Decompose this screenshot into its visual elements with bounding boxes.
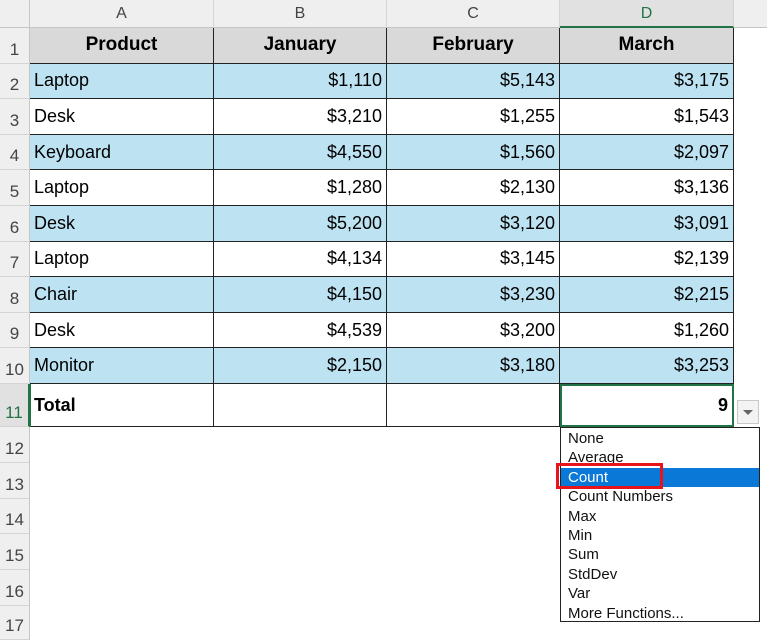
dropdown-option-count-numbers[interactable]: Count Numbers <box>561 487 759 506</box>
table-cell[interactable]: $1,260 <box>560 312 734 349</box>
highlight-annotation-box <box>556 463 663 489</box>
row-header-4[interactable]: 4 <box>0 134 30 171</box>
table-cell[interactable]: Desk <box>30 206 214 242</box>
table-cell[interactable]: $2,130 <box>387 170 560 206</box>
table-cell[interactable]: Laptop <box>30 241 214 278</box>
dropdown-option-max[interactable]: Max <box>561 507 759 526</box>
column-header-b[interactable]: B <box>214 0 387 28</box>
table-cell[interactable]: $2,139 <box>560 241 734 278</box>
total-cell-february[interactable] <box>387 384 560 427</box>
table-cell[interactable]: $1,255 <box>387 99 560 135</box>
table-cell[interactable]: $2,097 <box>560 134 734 171</box>
table-cell[interactable]: $5,143 <box>387 63 560 100</box>
row-header-7[interactable]: 7 <box>0 241 30 278</box>
row-header-10[interactable]: 10 <box>0 348 30 384</box>
header-cell[interactable]: January <box>214 28 387 64</box>
table-cell[interactable]: $4,539 <box>214 312 387 349</box>
table-cell[interactable]: $3,175 <box>560 63 734 100</box>
row-header-2[interactable]: 2 <box>0 63 30 100</box>
table-cell[interactable]: Keyboard <box>30 134 214 171</box>
row-header-15[interactable]: 15 <box>0 534 30 571</box>
row-header-17[interactable]: 17 <box>0 606 30 640</box>
table-cell[interactable]: $3,200 <box>387 312 560 349</box>
row-header-1[interactable]: 1 <box>0 28 30 64</box>
total-row-dropdown-button[interactable] <box>737 400 759 424</box>
row-header-3[interactable]: 3 <box>0 99 30 135</box>
table-cell[interactable]: Monitor <box>30 348 214 384</box>
table-cell[interactable]: $5,200 <box>214 206 387 242</box>
table-cell[interactable]: Chair <box>30 277 214 313</box>
table-cell[interactable]: $3,120 <box>387 206 560 242</box>
dropdown-option-more-functions[interactable]: More Functions... <box>561 604 759 623</box>
table-cell[interactable]: $3,180 <box>387 348 560 384</box>
table-cell[interactable]: $4,550 <box>214 134 387 171</box>
table-cell[interactable]: $4,134 <box>214 241 387 278</box>
header-cell[interactable]: March <box>560 28 734 64</box>
table-cell[interactable]: $3,136 <box>560 170 734 206</box>
row-header-5[interactable]: 5 <box>0 170 30 206</box>
table-cell[interactable]: Desk <box>30 312 214 349</box>
row-header-16[interactable]: 16 <box>0 570 30 606</box>
total-cell-march[interactable]: 9 <box>560 384 734 427</box>
header-cell[interactable]: Product <box>30 28 214 64</box>
row-header-13[interactable]: 13 <box>0 462 30 499</box>
row-header-11[interactable]: 11 <box>0 384 30 427</box>
column-header-d[interactable]: D <box>560 0 734 28</box>
chevron-down-icon <box>743 409 753 415</box>
table-cell[interactable]: Laptop <box>30 170 214 206</box>
dropdown-option-none[interactable]: None <box>561 429 759 448</box>
table-cell[interactable]: $1,110 <box>214 63 387 100</box>
total-label-cell[interactable]: Total <box>30 384 214 427</box>
total-function-dropdown[interactable]: None Average Count Count Numbers Max Min Sum St… <box>560 427 760 622</box>
row-header-12[interactable]: 12 <box>0 427 30 463</box>
table-cell[interactable]: $2,215 <box>560 277 734 313</box>
dropdown-option-stddev[interactable]: StdDev <box>561 565 759 584</box>
column-header-c[interactable]: C <box>387 0 560 28</box>
select-all-corner[interactable] <box>0 0 30 28</box>
table-cell[interactable]: $3,210 <box>214 99 387 135</box>
row-header-9[interactable]: 9 <box>0 312 30 349</box>
dropdown-option-var[interactable]: Var <box>561 584 759 603</box>
table-cell[interactable]: $1,543 <box>560 99 734 135</box>
header-cell[interactable]: February <box>387 28 560 64</box>
table-cell[interactable]: $2,150 <box>214 348 387 384</box>
column-header-a[interactable]: A <box>30 0 214 28</box>
dropdown-option-sum[interactable]: Sum <box>561 545 759 564</box>
dropdown-option-min[interactable]: Min <box>561 526 759 545</box>
table-cell[interactable]: $3,253 <box>560 348 734 384</box>
left-border-active <box>29 384 31 427</box>
table-cell[interactable]: $3,230 <box>387 277 560 313</box>
table-cell[interactable]: $4,150 <box>214 277 387 313</box>
table-cell[interactable]: $3,091 <box>560 206 734 242</box>
row-header-6[interactable]: 6 <box>0 206 30 242</box>
table-cell[interactable]: $1,560 <box>387 134 560 171</box>
row-header-8[interactable]: 8 <box>0 277 30 313</box>
table-cell[interactable]: $1,280 <box>214 170 387 206</box>
total-cell-january[interactable] <box>214 384 387 427</box>
table-cell[interactable]: Laptop <box>30 63 214 100</box>
column-header-e[interactable] <box>734 0 767 28</box>
row-header-14[interactable]: 14 <box>0 498 30 535</box>
table-cell[interactable]: $3,145 <box>387 241 560 278</box>
table-cell[interactable]: Desk <box>30 99 214 135</box>
